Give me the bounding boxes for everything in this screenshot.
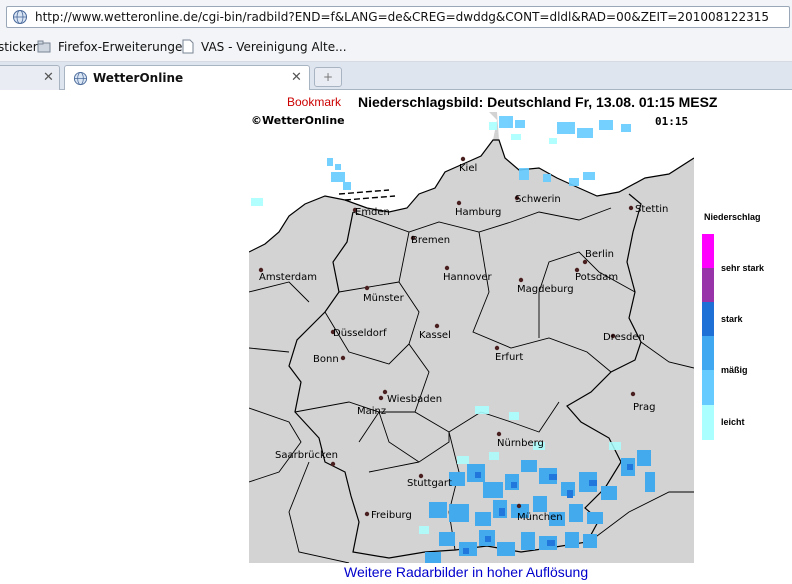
tab-label: WetterOnline — [93, 71, 184, 85]
url-text: http://www.wetteronline.de/cgi-bin/radbi… — [35, 10, 770, 24]
city-label: Bonn — [313, 354, 339, 365]
city-label: Freiburg — [371, 510, 412, 521]
city-label: Dresden — [603, 332, 645, 343]
city-label: Bremen — [411, 235, 450, 246]
tab-wetteronline[interactable]: WetterOnline ✕ — [64, 65, 310, 91]
city-label: Wiesbaden — [387, 394, 442, 405]
radar-map: Kiel Emden Hamburg Schwerin Stettin Brem… — [249, 112, 694, 563]
legend-label-leicht: leicht — [721, 417, 745, 427]
city-label: Nürnberg — [497, 438, 544, 449]
city-label: Prag — [633, 402, 655, 413]
close-icon[interactable]: ✕ — [43, 70, 54, 85]
globe-icon — [73, 71, 88, 86]
city-label: Kassel — [419, 330, 451, 341]
bookmarks-toolbar: sticker Firefox-Erweiterungen VAS - Vere… — [0, 34, 792, 62]
tab-previous[interactable]: ✕ — [0, 65, 60, 90]
legend-swatch-violet — [702, 268, 714, 302]
legend-label-sehr-stark: sehr stark — [721, 263, 765, 273]
legend-swatch-sehr-stark — [702, 234, 714, 268]
bookmark-link[interactable]: Bookmark — [287, 95, 341, 109]
legend-swatch-maessig — [702, 336, 714, 370]
city-label: Stettin — [635, 204, 668, 215]
bookmark-item-vas[interactable]: VAS - Vereinigung Alte... — [201, 40, 347, 54]
city-label: Düsseldorf — [333, 328, 387, 339]
legend-swatch-stark — [702, 302, 714, 336]
page-content: Bookmark Niederschlagsbild: Deutschland … — [0, 90, 792, 584]
city-label: Schwerin — [515, 194, 561, 205]
map-copyright: ©WetterOnline — [251, 114, 345, 127]
city-label: Amsterdam — [259, 272, 317, 283]
map-time: 01:15 — [655, 115, 688, 128]
radar-map-image: Kiel Emden Hamburg Schwerin Stettin Brem… — [249, 112, 694, 563]
folder-icon — [37, 40, 51, 53]
globe-icon — [13, 10, 27, 24]
address-bar-area: http://www.wetteronline.de/cgi-bin/radbi… — [0, 0, 792, 34]
city-label: München — [517, 512, 563, 523]
tab-bar: ✕ WetterOnline ✕ + — [0, 62, 792, 91]
city-label: Hannover — [443, 272, 493, 283]
city-label: Saarbrücken — [275, 450, 338, 461]
page-title: Niederschlagsbild: Deutschland Fr, 13.08… — [358, 94, 718, 110]
close-icon[interactable]: ✕ — [291, 70, 302, 85]
city-label: Hamburg — [455, 207, 501, 218]
legend-title: Niederschlag — [704, 212, 761, 222]
city-label: Potsdam — [575, 272, 618, 283]
page-icon — [182, 39, 194, 54]
legend-color-bar — [702, 234, 714, 440]
city-label: Berlin — [585, 249, 614, 260]
legend-label-stark: stark — [721, 314, 743, 324]
city-label: Stuttgart — [407, 478, 452, 489]
city-label: Emden — [355, 207, 390, 218]
city-label: Mainz — [357, 406, 386, 417]
bookmark-item-sticker[interactable]: sticker — [0, 40, 38, 54]
legend-label-maessig: mäßig — [721, 365, 748, 375]
city-label: Magdeburg — [517, 284, 574, 295]
radar-hires-link[interactable]: Weitere Radarbilder in hoher Auflösung — [344, 564, 588, 580]
new-tab-button[interactable]: + — [314, 67, 342, 87]
city-label: Erfurt — [495, 352, 523, 363]
bookmark-item-firefox-erweiterungen[interactable]: Firefox-Erweiterungen — [58, 40, 190, 54]
legend-swatch-leicht — [702, 405, 714, 440]
city-label: Münster — [363, 293, 405, 304]
url-field[interactable]: http://www.wetteronline.de/cgi-bin/radbi… — [6, 6, 790, 28]
legend-swatch-light-blue — [702, 370, 714, 405]
city-label: Kiel — [459, 163, 477, 174]
